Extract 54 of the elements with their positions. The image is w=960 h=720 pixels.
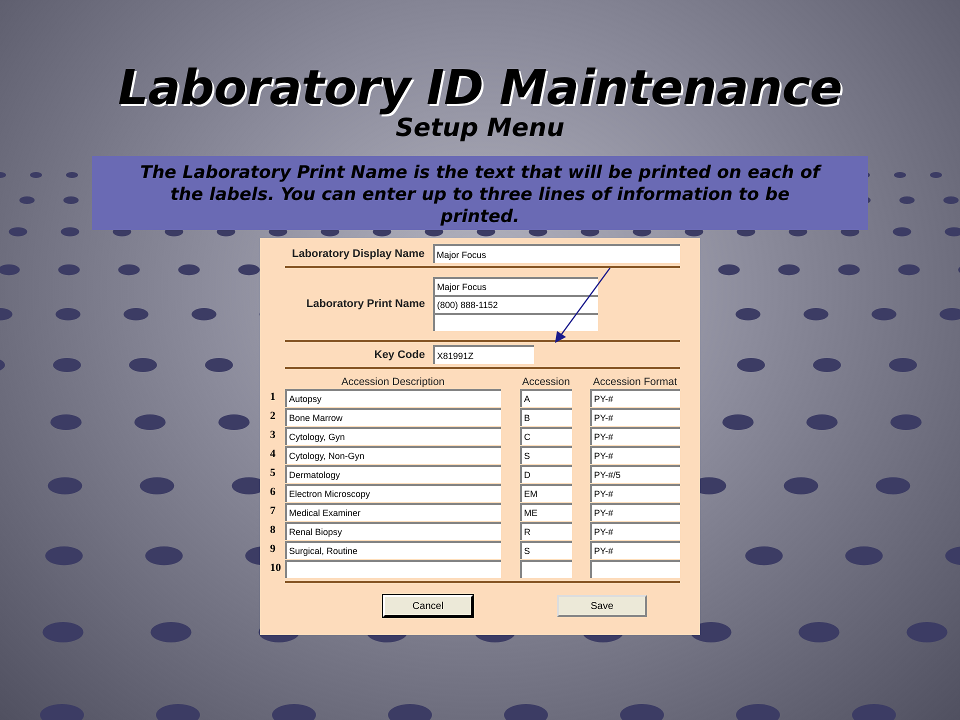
input-field[interactable]: Cytology, Non-Gyn (285, 446, 501, 464)
input-field[interactable]: Surgical, Routine (285, 541, 501, 559)
row-number: 7 (270, 504, 276, 519)
input-field[interactable]: Medical Examiner (285, 503, 501, 521)
row-number: 5 (270, 466, 276, 481)
input-field[interactable]: PY-# (590, 446, 680, 464)
input-field[interactable]: Major Focus (433, 277, 598, 295)
row-number: 10 (270, 561, 282, 576)
cancel-button[interactable]: Cancel (383, 595, 473, 617)
input-field[interactable]: PY-# (590, 541, 680, 559)
input-field[interactable]: PY-# (590, 484, 680, 502)
input-field[interactable] (433, 313, 598, 331)
input-field[interactable] (285, 560, 501, 578)
input-field[interactable]: S (520, 446, 572, 464)
row-number: 9 (270, 542, 276, 557)
field-label: Key Code (373, 348, 425, 360)
input-field[interactable]: B (520, 408, 572, 426)
input-field[interactable]: Major Focus (432, 244, 680, 263)
row-number: 8 (270, 523, 276, 538)
input-field[interactable]: (800) 888-1152 (433, 295, 598, 313)
input-field[interactable]: Electron Microscopy (285, 484, 501, 502)
input-field[interactable]: PY-# (590, 408, 680, 426)
callout-text: The Laboratory Print Name is the text that will be printed on each of the labels. You can enter up to three lines of information to be printed. (139, 162, 823, 228)
column-header: Accession Description (340, 376, 446, 388)
input-field[interactable]: PY-#/5 (590, 465, 680, 483)
field-label: Laboratory Print Name (305, 298, 425, 310)
row-number: 4 (270, 447, 276, 462)
input-field[interactable]: S (520, 541, 572, 559)
save-button[interactable]: Save (557, 595, 647, 617)
input-field[interactable]: X81991Z (433, 345, 534, 364)
input-field[interactable]: ME (520, 503, 572, 521)
input-field[interactable]: Dermatology (285, 465, 501, 483)
row-number: 3 (270, 428, 276, 443)
row-number: 2 (270, 409, 276, 424)
input-field[interactable] (520, 560, 572, 578)
input-field[interactable]: PY-# (590, 389, 680, 407)
input-field[interactable]: PY-# (590, 522, 680, 540)
row-number: 1 (270, 390, 276, 405)
column-header: Accession Format (592, 376, 678, 388)
input-field[interactable]: D (520, 465, 572, 483)
input-field[interactable]: R (520, 522, 572, 540)
field-label: Laboratory Display Name (290, 248, 425, 260)
row-number: 6 (270, 485, 276, 500)
input-field[interactable]: EM (520, 484, 572, 502)
input-field[interactable]: A (520, 389, 572, 407)
input-field[interactable]: Cytology, Gyn (285, 427, 501, 445)
input-field[interactable]: Autopsy (285, 389, 501, 407)
input-field[interactable]: PY-# (590, 427, 680, 445)
input-field[interactable]: Bone Marrow (285, 408, 501, 426)
input-field[interactable] (590, 560, 680, 578)
input-field[interactable]: C (520, 427, 572, 445)
input-field[interactable]: PY-# (590, 503, 680, 521)
input-field[interactable]: Renal Biopsy (285, 522, 501, 540)
column-header: Accession (521, 376, 571, 388)
